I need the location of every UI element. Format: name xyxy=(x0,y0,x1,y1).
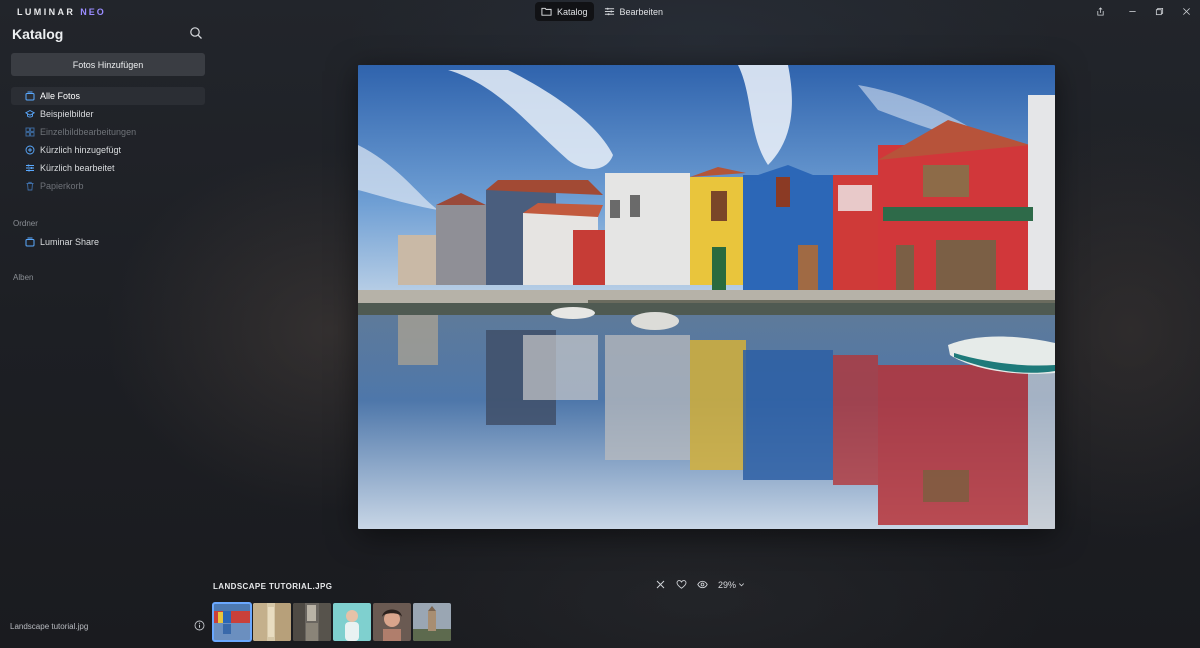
minimize-icon xyxy=(1129,10,1136,12)
trash-icon xyxy=(26,181,34,191)
thumbnail-image xyxy=(213,603,251,641)
sidebar-item-kuerzlich-bearbeitet[interactable]: Kürzlich bearbeitet xyxy=(11,159,205,177)
zoom-level: 29% xyxy=(718,579,737,590)
thumbnail-image xyxy=(413,603,451,641)
sidebar: Katalog Fotos Hinzufügen Alle Fotos Beis… xyxy=(0,24,212,648)
chevron-down-icon xyxy=(739,583,745,587)
sidebar-item-papierkorb[interactable]: Papierkorb xyxy=(11,177,205,195)
thumbnail-image xyxy=(293,603,331,641)
thumbnail-tower-landscape[interactable] xyxy=(413,603,451,641)
main-photo[interactable] xyxy=(358,65,1055,529)
search-icon[interactable] xyxy=(189,26,203,40)
plus-circle-icon xyxy=(25,145,35,155)
thumbnail-image xyxy=(373,603,411,641)
thumbnail-image xyxy=(333,603,371,641)
thumbnail-portrait-teal[interactable] xyxy=(333,603,371,641)
tab-bearbeiten[interactable]: Bearbeiten xyxy=(598,2,670,21)
thumbnail-image xyxy=(253,603,291,641)
tab-katalog[interactable]: Katalog xyxy=(535,2,594,21)
selected-file-label: Landscape tutorial.jpg xyxy=(10,622,89,631)
restore-button[interactable] xyxy=(1146,0,1173,22)
zoom-dropdown[interactable]: 29% xyxy=(718,580,745,590)
canal-houses-photo xyxy=(358,65,1055,529)
restore-icon xyxy=(1155,7,1164,15)
sidebar-title: Katalog xyxy=(12,26,64,42)
catalog-nav: Alle Fotos Beispielbilder Einzelbildbear… xyxy=(11,87,205,195)
mode-tabs: Katalog Bearbeiten xyxy=(535,2,669,21)
folder-icon xyxy=(541,7,552,16)
close-button[interactable] xyxy=(1173,0,1200,22)
graduation-cap-icon xyxy=(25,109,35,118)
grid-icon xyxy=(25,127,35,137)
add-photos-button[interactable]: Fotos Hinzufügen xyxy=(11,53,205,76)
sliders-icon xyxy=(604,7,614,16)
app-logo: LUMINAR NEO xyxy=(17,7,106,17)
albums-heading: Alben xyxy=(13,273,34,282)
folder-list: Luminar Share xyxy=(11,233,205,251)
filmstrip xyxy=(212,602,451,642)
folders-heading: Ordner xyxy=(13,219,38,228)
heart-icon[interactable] xyxy=(676,579,687,590)
sliders-icon xyxy=(26,164,34,172)
share-icon xyxy=(1097,6,1104,16)
thumbnail-portrait-woman[interactable] xyxy=(373,603,411,641)
photo-filename: LANDSCAPE TUTORIAL.JPG xyxy=(213,582,333,591)
info-icon[interactable] xyxy=(194,620,205,631)
folder-item-luminar-share[interactable]: Luminar Share xyxy=(11,233,205,251)
sidebar-item-beispielbilder[interactable]: Beispielbilder xyxy=(11,105,205,123)
sidebar-item-einzelbildbearbeitungen[interactable]: Einzelbildbearbeitungen xyxy=(11,123,205,141)
eye-icon[interactable] xyxy=(697,579,708,590)
thumbnail-street-beige[interactable] xyxy=(253,603,291,641)
photos-icon xyxy=(25,237,35,247)
window-controls xyxy=(1087,0,1200,22)
title-bar: LUMINAR NEO Katalog Bearbeiten xyxy=(0,0,1200,24)
thumbnail-canal-houses[interactable] xyxy=(212,602,252,642)
sidebar-item-alle-fotos[interactable]: Alle Fotos xyxy=(11,87,205,105)
sidebar-item-kuerzlich-hinzugefuegt[interactable]: Kürzlich hinzugefügt xyxy=(11,141,205,159)
share-button[interactable] xyxy=(1087,0,1114,22)
close-icon xyxy=(1183,7,1190,15)
photos-icon xyxy=(25,91,35,101)
minimize-button[interactable] xyxy=(1119,0,1146,22)
viewer-controls: 29% xyxy=(655,579,745,590)
reject-icon[interactable] xyxy=(655,579,666,590)
thumbnail-city-street[interactable] xyxy=(293,603,331,641)
